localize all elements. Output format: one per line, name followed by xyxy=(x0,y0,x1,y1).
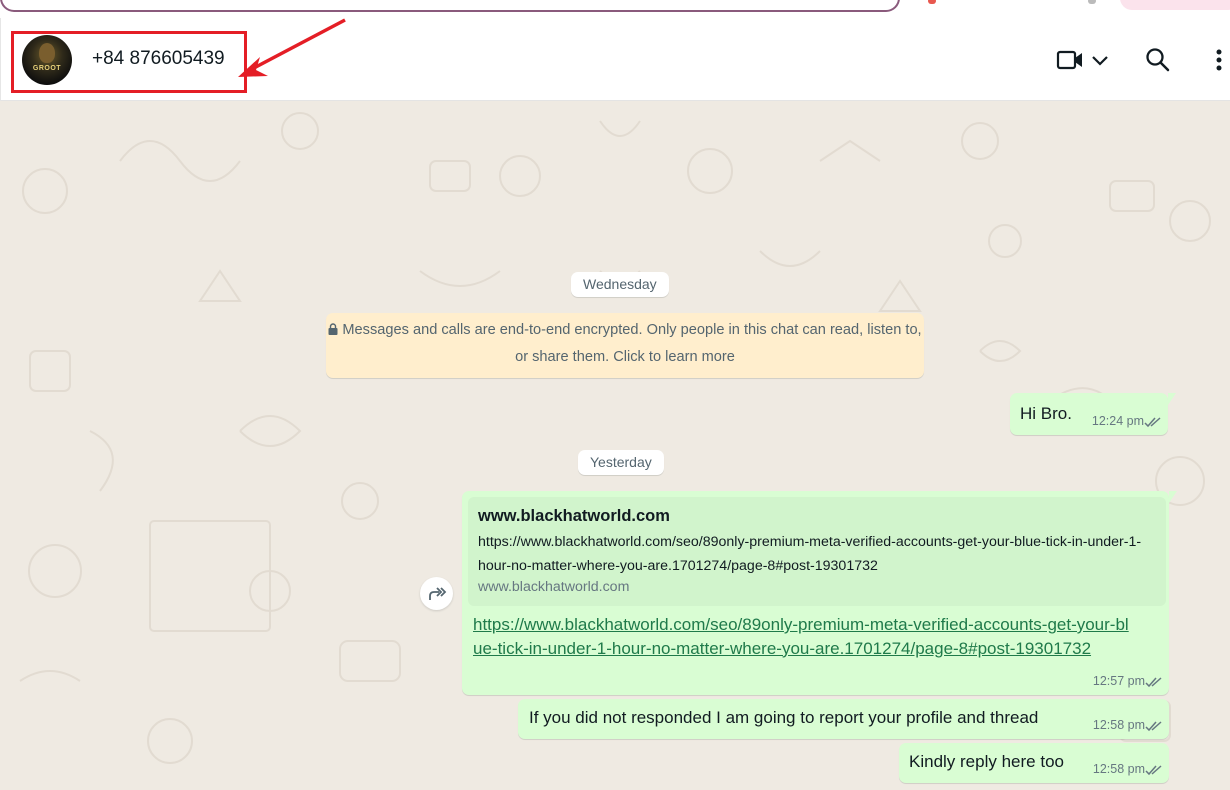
message-text: Kindly reply here too xyxy=(909,752,1064,771)
message-bubble[interactable]: Kindly reply here too 12:58 pm xyxy=(899,743,1169,783)
double-check-icon xyxy=(1145,721,1162,732)
link-preview-domain: www.blackhatworld.com xyxy=(478,579,630,595)
message-time: 12:24 pm xyxy=(1091,414,1144,428)
menu-button[interactable] xyxy=(1209,45,1229,75)
message-text: Hi Bro. xyxy=(1020,404,1072,423)
date-chip: Yesterday xyxy=(578,450,664,475)
message-time: 12:58 pm xyxy=(1092,718,1145,732)
double-check-icon xyxy=(1145,677,1162,688)
browser-indicator xyxy=(1088,0,1096,4)
video-call-icon xyxy=(1056,50,1082,70)
message-time: 12:58 pm xyxy=(1092,762,1145,776)
double-check-icon xyxy=(1144,417,1161,428)
forward-icon xyxy=(428,586,446,600)
double-check-icon xyxy=(1145,765,1162,776)
video-call-button[interactable] xyxy=(1053,45,1113,75)
annotation-arrow xyxy=(238,18,346,77)
chat-header: GROOT +84 876605439 xyxy=(0,18,1230,101)
link-preview-description: https://www.blackhatworld.com/seo/89only… xyxy=(478,534,1142,574)
search-icon xyxy=(1146,48,1170,72)
menu-icon xyxy=(1216,49,1222,71)
message-time: 12:57 pm xyxy=(1092,674,1145,688)
forward-button[interactable] xyxy=(420,577,453,610)
highlight-annotation-box xyxy=(11,31,247,93)
encryption-notice[interactable]: Messages and calls are end-to-end encryp… xyxy=(326,313,924,378)
browser-indicator xyxy=(928,0,936,4)
encryption-notice-text: Messages and calls are end-to-end encryp… xyxy=(342,322,922,365)
browser-tab-edge xyxy=(0,0,900,12)
lock-icon xyxy=(328,323,338,335)
date-chip: Wednesday xyxy=(571,272,669,297)
bubble-tail xyxy=(1169,491,1177,503)
message-bubble[interactable]: If you did not responded I am going to r… xyxy=(518,699,1169,739)
link-preview-title: www.blackhatworld.com xyxy=(478,507,670,525)
chat-area[interactable]: Wednesday Messages and calls are end-to-… xyxy=(0,101,1230,790)
message-link[interactable]: https://www.blackhatworld.com/seo/89only… xyxy=(473,613,1138,660)
message-bubble[interactable]: www.blackhatworld.com https://www.blackh… xyxy=(462,491,1177,695)
browser-tab-strip xyxy=(0,0,1230,18)
browser-pill[interactable] xyxy=(1120,0,1230,10)
search-button[interactable] xyxy=(1143,45,1173,75)
link-preview[interactable]: www.blackhatworld.com https://www.blackh… xyxy=(468,497,1166,606)
chevron-down-icon xyxy=(1092,56,1108,66)
bubble-tail xyxy=(1168,393,1176,405)
message-text: If you did not responded I am going to r… xyxy=(529,708,1039,727)
message-bubble[interactable]: Hi Bro. 12:24 pm xyxy=(1010,393,1176,435)
